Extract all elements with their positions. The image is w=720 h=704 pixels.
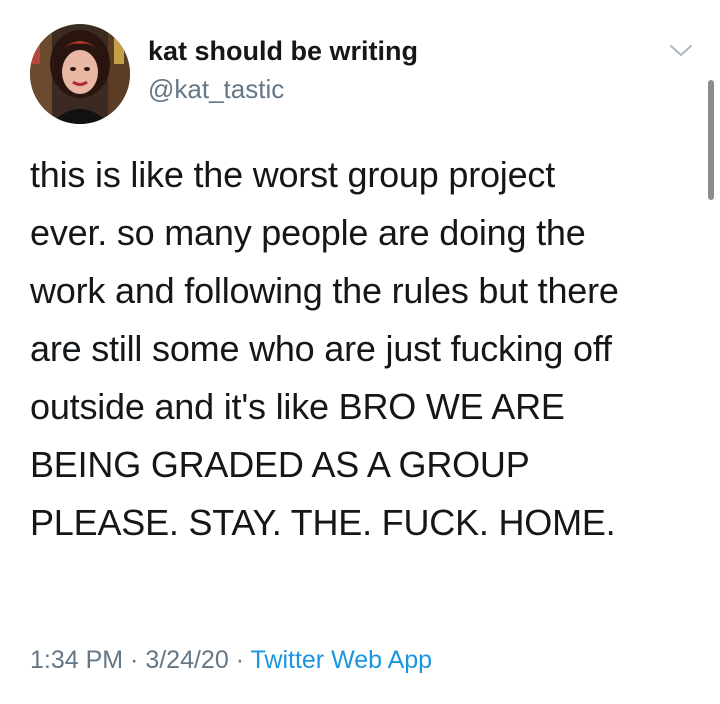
tweet-time[interactable]: 1:34 PM: [30, 646, 123, 674]
author-display-name[interactable]: kat should be writing: [148, 36, 418, 67]
chevron-down-icon[interactable]: [668, 42, 694, 60]
avatar[interactable]: [30, 24, 130, 124]
tweet-meta: 1:34 PM · 3/24/20 · Twitter Web App: [30, 646, 432, 675]
tweet-text-line: BEING GRADED AS A GROUP: [30, 444, 530, 485]
scrollbar[interactable]: [708, 80, 714, 200]
meta-separator: ·: [228, 646, 251, 674]
tweet-text-line: this is like the worst group project: [30, 154, 556, 195]
tweet-card: kat should be writing @kat_tastic this i…: [0, 0, 720, 704]
tweet-text-line: outside and it's like BRO WE ARE: [30, 386, 565, 427]
meta-separator: ·: [123, 646, 146, 674]
tweet-source-link[interactable]: Twitter Web App: [251, 646, 433, 674]
tweet-text-line: work and following the rules but there: [30, 270, 619, 311]
tweet-text-line: PLEASE. STAY. THE. FUCK. HOME.: [30, 502, 616, 543]
tweet-date[interactable]: 3/24/20: [145, 646, 228, 674]
author-handle[interactable]: @kat_tastic: [148, 74, 284, 105]
tweet-text: this is like the worst group project eve…: [30, 146, 700, 552]
tweet-text-line: ever. so many people are doing the: [30, 212, 586, 253]
avatar-image: [30, 24, 130, 124]
tweet-text-line: are still some who are just fucking off: [30, 328, 612, 369]
